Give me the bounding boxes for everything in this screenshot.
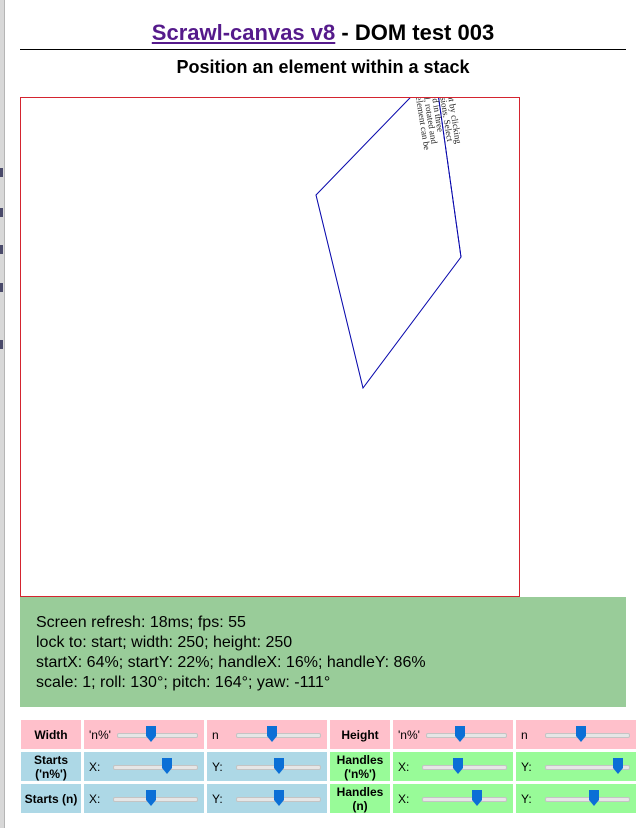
handles-n-y-label: Y: bbox=[521, 791, 532, 806]
handles-pct-y-slider[interactable] bbox=[545, 757, 630, 777]
starts-n-y-label: Y: bbox=[212, 791, 223, 806]
controls-row-dimensions: Width 'n%' n Height 'n%' n bbox=[21, 720, 636, 749]
width-percent-cell: 'n%' bbox=[84, 720, 204, 749]
slider-thumb[interactable] bbox=[471, 789, 483, 807]
slider-thumb[interactable] bbox=[273, 757, 285, 775]
handles-pct-label: Handles ('n%') bbox=[330, 752, 390, 781]
starts-pct-x-cell: X: bbox=[84, 752, 204, 781]
report-line-rotation: scale: 1; roll: 130°; pitch: 164°; yaw: … bbox=[36, 674, 331, 691]
edge-mark bbox=[0, 168, 3, 177]
starts-n-y-slider[interactable] bbox=[236, 789, 321, 809]
handles-pct-y-label: Y: bbox=[521, 759, 532, 774]
slider-thumb[interactable] bbox=[575, 725, 587, 743]
height-label: Height bbox=[330, 720, 390, 749]
window-left-edge bbox=[0, 0, 5, 828]
stage-svg: This element can be scaled, rotated and … bbox=[315, 98, 464, 390]
page-subtitle: Position an element within a stack bbox=[176, 57, 470, 77]
handles-n-x-slider[interactable] bbox=[422, 789, 507, 809]
dom-stack-stage[interactable]: This element can be scaled, rotated and … bbox=[20, 97, 520, 597]
slider-thumb[interactable] bbox=[612, 757, 624, 775]
page-title-suffix: - DOM test 003 bbox=[335, 20, 495, 45]
edge-mark bbox=[0, 245, 3, 254]
edge-mark bbox=[0, 340, 3, 349]
width-abs-cell: n bbox=[207, 720, 327, 749]
transformed-element-text: This element can be scaled, rotated and … bbox=[411, 98, 464, 151]
starts-pct-y-cell: Y: bbox=[207, 752, 327, 781]
handles-pct-x-cell: X: bbox=[393, 752, 513, 781]
title-divider bbox=[20, 49, 626, 50]
starts-pct-x-slider[interactable] bbox=[113, 757, 198, 777]
starts-pct-y-label: Y: bbox=[212, 759, 223, 774]
controls-row-percent: Starts ('n%') X: Y: Handles ('n%') X: Y: bbox=[21, 752, 636, 781]
scrawl-canvas-link[interactable]: Scrawl-canvas v8 bbox=[152, 20, 335, 45]
slider-thumb[interactable] bbox=[452, 757, 464, 775]
handles-pct-x-slider[interactable] bbox=[422, 757, 507, 777]
height-abs-label: n bbox=[521, 727, 528, 742]
slider-thumb[interactable] bbox=[145, 725, 157, 743]
report-panel: Screen refresh: 18ms; fps: 55 lock to: s… bbox=[20, 597, 626, 707]
height-percent-label: 'n%' bbox=[398, 727, 420, 742]
starts-n-y-cell: Y: bbox=[207, 784, 327, 813]
controls-row-absolute: Starts (n) X: Y: Handles (n) X: Y: bbox=[21, 784, 636, 813]
starts-n-x-label: X: bbox=[89, 791, 101, 806]
handles-n-x-cell: X: bbox=[393, 784, 513, 813]
height-percent-cell: 'n%' bbox=[393, 720, 513, 749]
width-percent-label: 'n%' bbox=[89, 727, 111, 742]
width-label: Width bbox=[21, 720, 81, 749]
slider-thumb[interactable] bbox=[273, 789, 285, 807]
slider-thumb[interactable] bbox=[145, 789, 157, 807]
starts-n-x-slider[interactable] bbox=[113, 789, 198, 809]
handles-n-x-label: X: bbox=[398, 791, 410, 806]
controls-table: Width 'n%' n Height 'n%' n Starts ('n%')… bbox=[18, 717, 636, 816]
edge-mark bbox=[0, 208, 3, 217]
slider-thumb[interactable] bbox=[161, 757, 173, 775]
report-line-positions: startX: 64%; startY: 22%; handleX: 16%; … bbox=[36, 654, 426, 671]
handles-n-label: Handles (n) bbox=[330, 784, 390, 813]
height-percent-slider[interactable] bbox=[426, 725, 507, 745]
handles-pct-x-label: X: bbox=[398, 759, 410, 774]
height-abs-slider[interactable] bbox=[545, 725, 630, 745]
slider-thumb[interactable] bbox=[588, 789, 600, 807]
edge-mark bbox=[0, 283, 3, 292]
handles-n-y-cell: Y: bbox=[516, 784, 636, 813]
starts-pct-x-label: X: bbox=[89, 759, 101, 774]
width-percent-slider[interactable] bbox=[117, 725, 198, 745]
height-abs-cell: n bbox=[516, 720, 636, 749]
slider-thumb[interactable] bbox=[266, 725, 278, 743]
width-abs-label: n bbox=[212, 727, 219, 742]
starts-n-x-cell: X: bbox=[84, 784, 204, 813]
handles-n-y-slider[interactable] bbox=[545, 789, 630, 809]
page-title: Scrawl-canvas v8 - DOM test 003 bbox=[20, 18, 626, 48]
report-line-lock: lock to: start; width: 250; height: 250 bbox=[36, 634, 293, 651]
slider-thumb[interactable] bbox=[454, 725, 466, 743]
report-line-refresh: Screen refresh: 18ms; fps: 55 bbox=[36, 614, 246, 631]
handles-pct-y-cell: Y: bbox=[516, 752, 636, 781]
starts-n-label: Starts (n) bbox=[21, 784, 81, 813]
width-abs-slider[interactable] bbox=[236, 725, 321, 745]
starts-pct-label: Starts ('n%') bbox=[21, 752, 81, 781]
starts-pct-y-slider[interactable] bbox=[236, 757, 321, 777]
